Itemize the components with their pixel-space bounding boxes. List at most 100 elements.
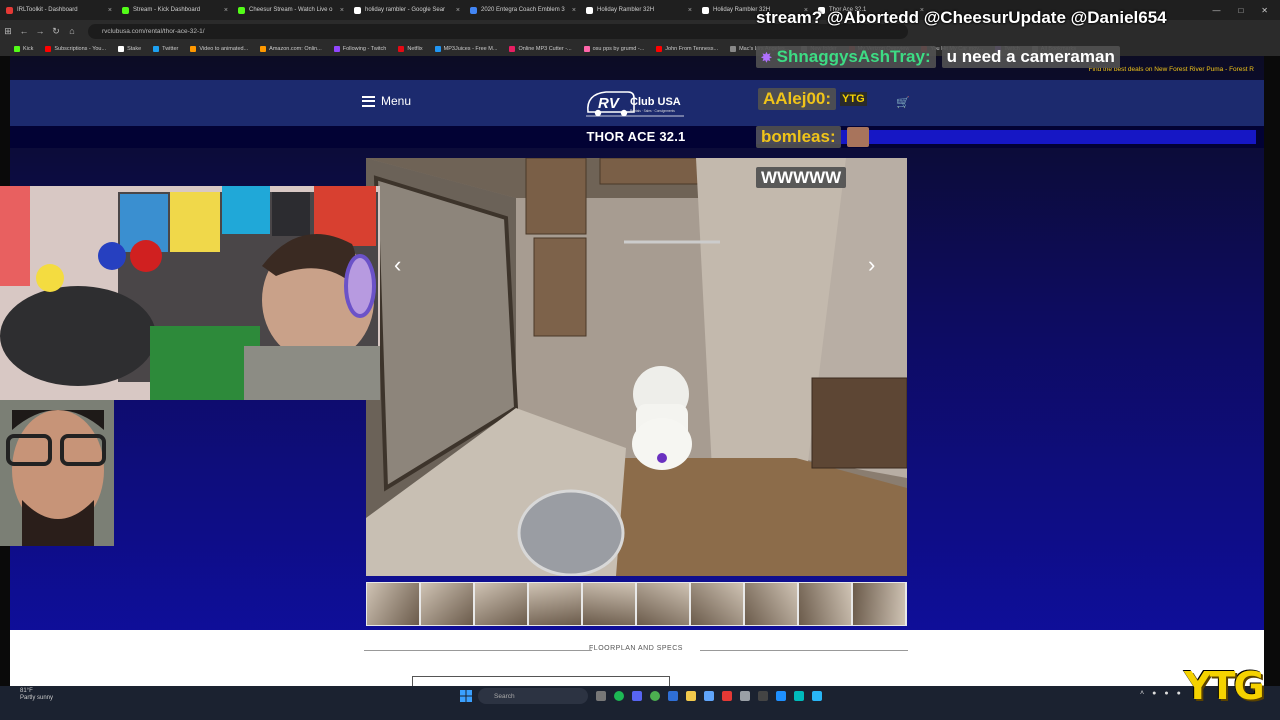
gallery-main-image[interactable]: [366, 158, 907, 576]
tab-close-icon[interactable]: ×: [572, 7, 576, 14]
task-view-icon[interactable]: [596, 691, 606, 701]
tab-favicon-icon: [6, 6, 13, 14]
bookmark-favicon-icon: [656, 46, 663, 52]
tab-close-icon[interactable]: ×: [456, 7, 460, 14]
tab-close-icon[interactable]: ×: [108, 7, 112, 14]
weather-widget[interactable]: 81°F Partly sunny: [20, 688, 53, 702]
edge-icon[interactable]: [668, 691, 678, 701]
bookmark-label: Kick: [23, 46, 34, 52]
bookmark-item[interactable]: Online MP3 Cutter -...: [509, 46, 572, 52]
menu-button[interactable]: Menu: [362, 94, 411, 108]
bookmark-favicon-icon: [190, 46, 197, 52]
gallery-thumbnail[interactable]: [853, 583, 905, 625]
back-icon[interactable]: ←: [16, 26, 32, 36]
bookmark-item[interactable]: Video to animated...: [190, 46, 248, 52]
bookmark-label: MP3Juices - Free M...: [443, 46, 498, 52]
bookmark-item[interactable]: osu pps by grumd -...: [583, 46, 645, 52]
tab-favicon-icon: [238, 6, 245, 14]
sparkle-icon: ✸: [761, 50, 772, 65]
app-icon[interactable]: [776, 691, 786, 701]
maximize-icon[interactable]: □: [1238, 6, 1243, 15]
browser-tab[interactable]: IRLToolkit - Dashboard ×: [2, 1, 116, 19]
gallery-thumbnail[interactable]: [691, 583, 743, 625]
bookmark-item[interactable]: John From Tenness...: [656, 46, 718, 52]
gallery-thumbnail[interactable]: [583, 583, 635, 625]
chat-text: WWWWW: [756, 167, 847, 188]
gallery-thumbnail[interactable]: [529, 583, 581, 625]
tab-label: holiday rambler - Google Sear: [365, 7, 446, 13]
rv-bathroom-photo: [366, 158, 907, 576]
spotify-icon[interactable]: [614, 691, 624, 701]
close-icon[interactable]: ✕: [1261, 6, 1268, 15]
tab-close-icon[interactable]: ×: [224, 7, 228, 14]
bookmark-favicon-icon: [14, 46, 20, 52]
browser-tab[interactable]: Stream - Kick Dashboard ×: [118, 1, 232, 19]
app-icon[interactable]: [794, 691, 804, 701]
bookmark-item[interactable]: Netflix: [398, 46, 423, 52]
chat-message: bomleas:: [756, 126, 869, 148]
battery-icon[interactable]: ●: [1177, 690, 1181, 697]
tab-close-icon[interactable]: ×: [340, 7, 344, 14]
gallery-thumbnail[interactable]: [745, 583, 797, 625]
tab-favicon-icon: [586, 6, 593, 14]
store-icon[interactable]: [704, 691, 714, 701]
browser-tab[interactable]: holiday rambler - Google Sear ×: [350, 1, 464, 19]
gallery-next-icon[interactable]: ›: [868, 252, 875, 278]
bookmark-label: Netflix: [407, 46, 423, 52]
chat-username: AAlej00:: [758, 88, 837, 110]
chat-message: ✸ ShnaggysAshTray: u need a cameraman: [756, 46, 1120, 68]
file-explorer-icon[interactable]: [686, 691, 696, 701]
tab-label: 2020 Entegra Coach Emblem 3: [481, 7, 565, 13]
window-controls: — □ ✕: [1212, 0, 1280, 20]
gallery-thumbnail[interactable]: [367, 583, 419, 625]
taskbar-search[interactable]: Search: [478, 688, 588, 704]
bookmark-item[interactable]: Amazon.com: Onlin...: [260, 46, 322, 52]
bookmark-item[interactable]: Stake: [118, 46, 141, 52]
bookmark-item[interactable]: Subscriptions - You...: [45, 46, 106, 52]
bookmark-favicon-icon: [434, 46, 441, 52]
home-icon[interactable]: ⌂: [64, 26, 80, 36]
system-tray: ˄ ● ● ●: [1140, 690, 1181, 697]
page-title: THOR ACE 32.1: [586, 129, 686, 144]
bookmark-item[interactable]: Kick: [14, 46, 33, 52]
bookmark-item[interactable]: Twitter: [153, 46, 178, 52]
tab-close-icon[interactable]: ×: [688, 7, 692, 14]
network-icon[interactable]: ●: [1152, 690, 1156, 697]
bookmark-item[interactable]: MP3Juices - Free M...: [434, 46, 498, 52]
bookmark-item[interactable]: Following - Twitch: [333, 46, 386, 52]
browser-tab[interactable]: Holiday Rambler 32H ×: [582, 1, 696, 19]
streamer-webcam: [0, 186, 380, 400]
steam-icon[interactable]: [758, 691, 768, 701]
gallery-prev-icon[interactable]: ‹: [394, 252, 401, 278]
site-header: Menu RV Club USA Rentals · Sales · Consi…: [10, 80, 1264, 126]
minimize-icon[interactable]: —: [1212, 6, 1220, 15]
gallery-thumbnail[interactable]: [475, 583, 527, 625]
divider-left: [364, 650, 592, 651]
bookmark-label: Video to animated...: [199, 46, 249, 52]
gallery-thumbnail[interactable]: [799, 583, 851, 625]
gallery-thumbnail[interactable]: [637, 583, 689, 625]
volume-icon[interactable]: ●: [1164, 690, 1168, 697]
reload-icon[interactable]: ↻: [48, 26, 64, 37]
floorplan-image[interactable]: [412, 676, 670, 686]
tab-label: Stream - Kick Dashboard: [133, 7, 201, 13]
chevron-up-icon[interactable]: ˄: [1140, 690, 1144, 697]
rv-club-usa-logo[interactable]: RV Club USA Rentals · Sales · Consignmen…: [584, 86, 686, 120]
browser-tab[interactable]: Cheesur Stream - Watch Live o ×: [234, 1, 348, 19]
browser-tab[interactable]: 2020 Entegra Coach Emblem 3 ×: [466, 1, 580, 19]
cart-icon[interactable]: 🛒: [896, 96, 910, 109]
title-bar: THOR ACE 32.1: [10, 126, 1264, 148]
apps-icon[interactable]: ⊞: [0, 26, 16, 37]
discord-icon[interactable]: [632, 691, 642, 701]
windows-start-icon[interactable]: [460, 690, 472, 702]
app-icon[interactable]: [740, 691, 750, 701]
tab-label: Holiday Rambler 32H: [597, 7, 655, 13]
tab-favicon-icon: [702, 6, 709, 14]
obs-icon[interactable]: [722, 691, 732, 701]
weather-temp: 81°F: [20, 688, 33, 694]
forward-icon[interactable]: →: [32, 26, 48, 36]
gallery-thumbnail[interactable]: [421, 583, 473, 625]
bookmark-label: osu pps by grumd -...: [592, 46, 645, 52]
app-icon[interactable]: [812, 691, 822, 701]
chrome-icon[interactable]: [650, 691, 660, 701]
